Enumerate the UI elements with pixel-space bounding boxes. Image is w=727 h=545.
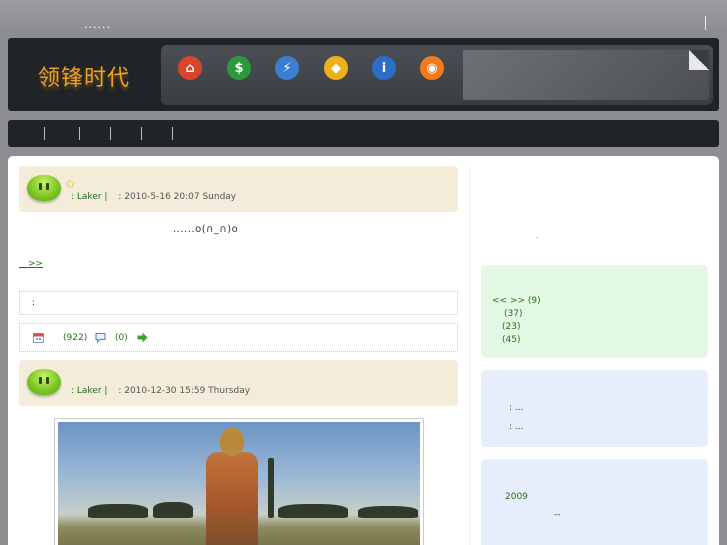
top-bar-text[interactable]: ...... <box>84 18 111 31</box>
site-header: 领锋时代 ⌂ $ ⚡ ◆ i ◉ <box>8 38 719 111</box>
sidebar-archive-panel: 2009 -- <box>481 459 708 545</box>
arrow-right-icon[interactable] <box>137 332 148 343</box>
post-author[interactable]: : Laker | <box>71 192 107 202</box>
main-nav-bar <box>8 120 719 147</box>
search-box[interactable] <box>463 50 709 100</box>
view-count: (922) <box>63 333 88 343</box>
recent-item[interactable]: : ... <box>509 422 523 432</box>
read-more-link[interactable]: __>> <box>19 259 43 269</box>
main-content: ✩ : Laker | : 2010-5-16 20:07 Sunday ...… <box>8 156 719 545</box>
post-stats: (922) (0) <box>19 323 458 352</box>
comment-icon[interactable] <box>95 332 106 343</box>
star-icon: ✩ <box>65 177 76 191</box>
post-header: : Laker | : 2010-12-30 15:59 Thursday <box>19 360 458 406</box>
post-date: : 2010-12-30 15:59 Thursday <box>118 386 251 396</box>
recent-item[interactable]: : ... <box>509 403 523 413</box>
nav-separator <box>110 127 111 140</box>
archive-sub[interactable]: -- <box>554 510 561 520</box>
column-divider <box>469 166 470 545</box>
post-body: ......o(∩_∩)o <box>173 224 239 235</box>
nav-separator <box>79 127 80 140</box>
tag-icon[interactable]: ◆ <box>324 56 348 80</box>
sidebar-category-panel: << >> (9) (37) (23) (45) <box>481 265 708 358</box>
site-logo[interactable]: 领锋时代 <box>38 60 130 92</box>
sidebar-recent-panel: : ... : ... <box>481 370 708 447</box>
photo-image <box>58 422 420 545</box>
calendar-icon[interactable] <box>33 332 44 343</box>
post-meta: : Laker | : 2010-5-16 20:07 Sunday <box>71 192 236 202</box>
tags-label: : <box>32 298 36 308</box>
smiley-icon <box>27 175 61 201</box>
post-meta: : Laker | : 2010-12-30 15:59 Thursday <box>71 386 250 396</box>
archive-year[interactable]: 2009 <box>505 492 528 502</box>
top-bar-separator <box>705 16 706 30</box>
rss-icon[interactable]: ◉ <box>420 56 444 80</box>
nav-separator <box>141 127 142 140</box>
money-icon[interactable]: $ <box>227 56 251 80</box>
category-item[interactable]: (23) <box>502 322 520 332</box>
post-date: : 2010-5-16 20:07 Sunday <box>118 192 237 202</box>
page-curl-icon <box>689 50 709 70</box>
comment-count[interactable]: (0) <box>115 333 128 343</box>
category-item[interactable]: << >> (9) <box>492 296 541 306</box>
sidebar-top-text: . <box>536 231 539 240</box>
info-icon[interactable]: i <box>372 56 396 80</box>
post-header: ✩ : Laker | : 2010-5-16 20:07 Sunday <box>19 166 458 212</box>
nav-separator <box>44 127 45 140</box>
category-item[interactable]: (37) <box>504 309 522 319</box>
post-author[interactable]: : Laker | <box>71 386 107 396</box>
icon-nav-bar: ⌂ $ ⚡ ◆ i ◉ <box>161 45 713 105</box>
home-icon[interactable]: ⌂ <box>178 56 202 80</box>
smiley-icon <box>27 369 61 395</box>
post-photo[interactable] <box>54 418 424 545</box>
nav-separator <box>172 127 173 140</box>
category-item[interactable]: (45) <box>502 335 520 345</box>
usb-icon[interactable]: ⚡ <box>275 56 299 80</box>
top-bar: ...... <box>0 0 727 36</box>
tags-box: : <box>19 291 458 315</box>
